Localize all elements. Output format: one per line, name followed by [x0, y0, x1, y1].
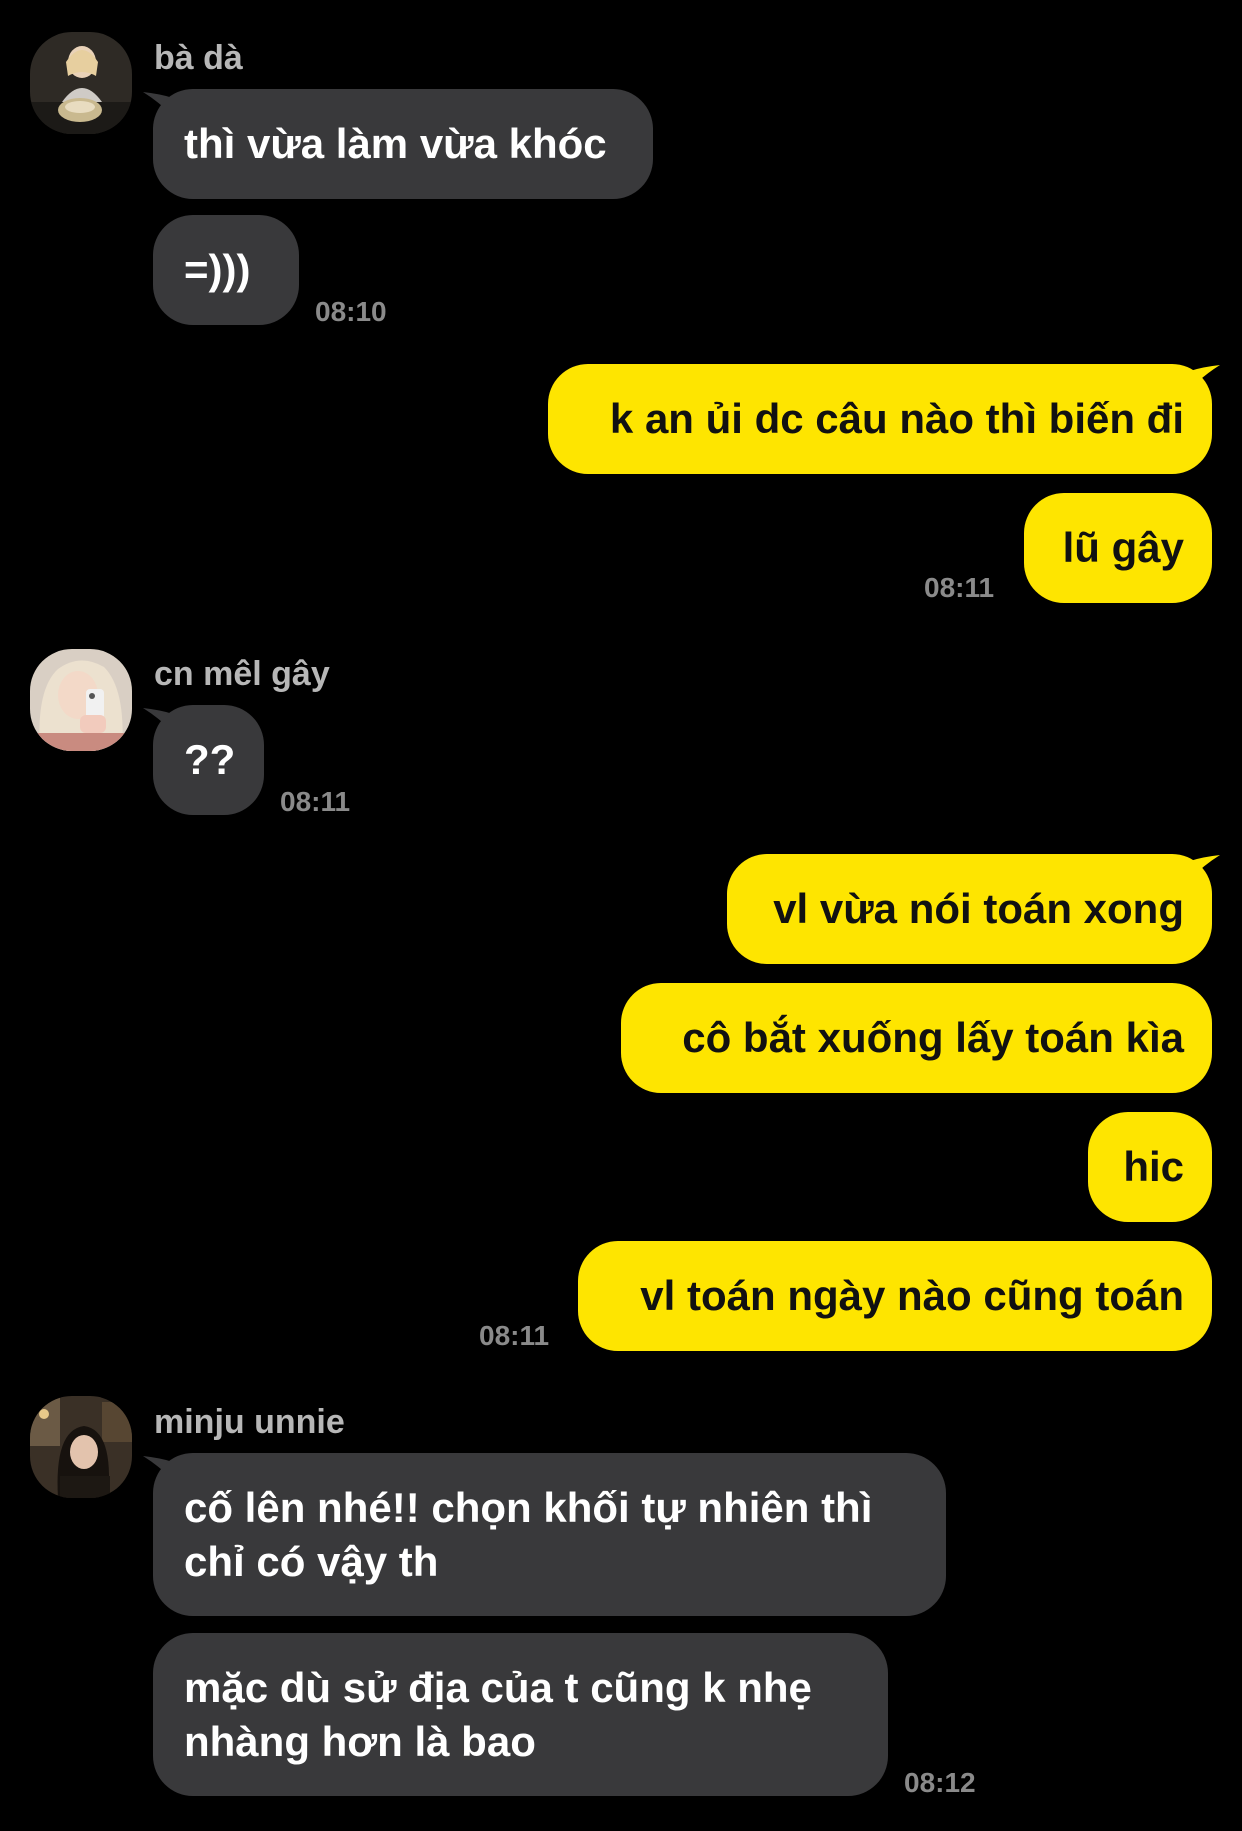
message-bubble[interactable]: lũ gây [1024, 493, 1212, 603]
message-bubble[interactable]: vl vừa nói toán xong [727, 854, 1212, 964]
avatar[interactable] [30, 32, 132, 134]
avatar[interactable] [30, 1396, 132, 1498]
message-bubble[interactable]: cô bắt xuống lấy toán kìa [621, 983, 1212, 1093]
message-timestamp: 08:10 [315, 296, 387, 327]
message-bubble[interactable]: hic [1088, 1112, 1212, 1222]
sender-name: cn mêl gây [154, 655, 330, 693]
message-bubble[interactable]: k an ủi dc câu nào thì biến đi [548, 364, 1212, 474]
message-bubble[interactable]: ?? [153, 705, 264, 815]
sender-name: minju unnie [154, 1403, 345, 1441]
avatar[interactable] [30, 649, 132, 751]
message-bubble[interactable]: vl toán ngày nào cũng toán [578, 1241, 1212, 1351]
message-bubble[interactable]: =))) [153, 215, 299, 325]
message-timestamp: 08:11 [479, 1320, 550, 1351]
message-bubble[interactable]: cố lên nhé!! chọn khối tự nhiên thì chỉ … [153, 1453, 946, 1616]
sender-name: bà dà [154, 39, 243, 77]
message-timestamp: 08:11 [280, 786, 351, 817]
message-bubble[interactable]: mặc dù sử địa của t cũng k nhẹ nhàng hơn… [153, 1633, 888, 1796]
message-bubble[interactable]: thì vừa làm vừa khóc [153, 89, 653, 199]
message-timestamp: 08:11 [924, 572, 995, 603]
message-timestamp: 08:12 [904, 1767, 976, 1798]
